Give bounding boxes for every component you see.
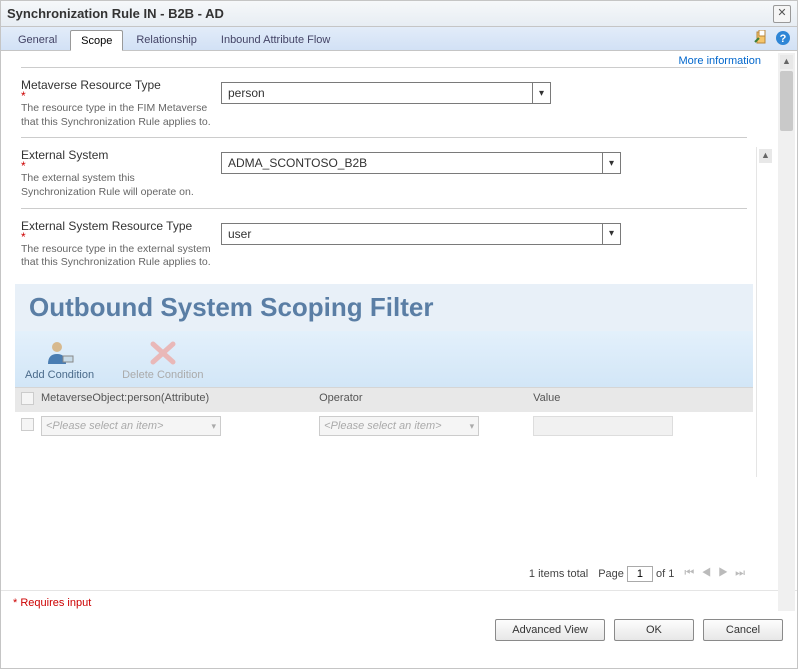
header-attribute: MetaverseObject:person(Attribute) — [41, 392, 319, 408]
svg-text:?: ? — [780, 33, 787, 45]
pager-nav-arrows[interactable]: ⏮ ◀ ▶ ⏭ — [684, 567, 747, 580]
delete-condition-button: Delete Condition — [122, 339, 203, 381]
person-add-icon — [44, 339, 76, 367]
cancel-button[interactable]: Cancel — [703, 619, 783, 641]
close-button[interactable]: ✕ — [773, 5, 791, 23]
external-system-select[interactable]: ADMA_SCONTOSO_B2B ▾ — [221, 152, 621, 174]
select-value: user — [228, 227, 251, 241]
action-label: Add Condition — [25, 369, 94, 381]
titlebar: Synchronization Rule IN - B2B - AD ✕ — [1, 1, 797, 27]
chevron-down-icon: ▾ — [211, 421, 216, 432]
field-help: The external system this Synchronization… — [21, 172, 211, 199]
header-value: Value — [533, 392, 747, 408]
chevron-down-icon: ▾ — [470, 421, 475, 432]
attribute-select[interactable]: <Please select an item> ▾ — [41, 416, 221, 436]
advanced-view-button[interactable]: Advanced View — [495, 619, 605, 641]
chevron-down-icon: ▾ — [602, 153, 620, 173]
delete-x-icon — [147, 339, 179, 367]
dialog-window: Synchronization Rule IN - B2B - AD ✕ Gen… — [0, 0, 798, 669]
dialog-button-row: Advanced View OK Cancel — [1, 609, 797, 651]
select-value: ADMA_SCONTOSO_B2B — [228, 156, 367, 170]
field-metaverse-resource-type: Metaverse Resource Type * The resource t… — [21, 67, 747, 137]
field-label: External System — [21, 148, 211, 162]
required-marker: * — [21, 92, 211, 100]
content-area: ▲ Metaverse Resource Type * The resource… — [1, 67, 797, 586]
condition-action-bar: Add Condition Delete Condition — [15, 331, 753, 387]
field-external-system: External System * The external system th… — [21, 137, 747, 207]
doc-icon[interactable] — [753, 30, 769, 46]
value-input[interactable] — [533, 416, 673, 436]
tab-inbound-attribute-flow[interactable]: Inbound Attribute Flow — [210, 29, 341, 50]
select-all-checkbox[interactable] — [21, 392, 34, 405]
external-system-resource-type-select[interactable]: user ▾ — [221, 223, 621, 245]
field-help: The resource type in the FIM Metaverse t… — [21, 102, 211, 129]
conditions-grid-header: MetaverseObject:person(Attribute) Operat… — [15, 387, 753, 412]
chevron-down-icon: ▾ — [532, 83, 550, 103]
more-information-link[interactable]: More information — [678, 55, 761, 67]
section-title: Outbound System Scoping Filter — [29, 292, 739, 323]
header-operator: Operator — [319, 392, 533, 408]
row-checkbox[interactable] — [21, 418, 34, 431]
pager: 1 items total Page of 1 ⏮ ◀ ▶ ⏭ — [21, 560, 777, 586]
required-marker: * — [21, 162, 211, 170]
page-label: Page — [598, 568, 624, 580]
placeholder-text: <Please select an item> — [324, 420, 441, 432]
required-footnote: * Requires input — [1, 590, 797, 609]
operator-select[interactable]: <Please select an item> ▾ — [319, 416, 479, 436]
items-total-text: 1 items total — [529, 568, 588, 580]
section-header: Outbound System Scoping Filter — [15, 284, 753, 331]
inner-scrollbar[interactable]: ▲ — [756, 147, 773, 477]
scroll-up-arrow-icon[interactable]: ▲ — [759, 149, 772, 163]
tab-bar: General Scope Relationship Inbound Attri… — [1, 27, 797, 51]
page-number-input[interactable] — [627, 566, 653, 582]
select-value: person — [228, 86, 265, 100]
tab-general[interactable]: General — [7, 29, 68, 50]
field-label: External System Resource Type — [21, 219, 211, 233]
condition-row: <Please select an item> ▾ <Please select… — [15, 412, 753, 440]
dialog-title: Synchronization Rule IN - B2B - AD — [7, 6, 773, 21]
field-label: Metaverse Resource Type — [21, 78, 211, 92]
action-label: Delete Condition — [122, 369, 203, 381]
field-help: The resource type in the external system… — [21, 243, 211, 270]
help-icon[interactable]: ? — [775, 30, 791, 46]
field-external-system-resource-type: External System Resource Type * The reso… — [21, 208, 747, 278]
metaverse-resource-type-select[interactable]: person ▾ — [221, 82, 551, 104]
required-marker: * — [21, 233, 211, 241]
chevron-down-icon: ▾ — [602, 224, 620, 244]
ok-button[interactable]: OK — [614, 619, 694, 641]
tab-relationship[interactable]: Relationship — [125, 29, 208, 50]
placeholder-text: <Please select an item> — [46, 420, 163, 432]
tab-scope[interactable]: Scope — [70, 30, 123, 51]
add-condition-button[interactable]: Add Condition — [25, 339, 94, 381]
page-of-label: of 1 — [656, 568, 674, 580]
